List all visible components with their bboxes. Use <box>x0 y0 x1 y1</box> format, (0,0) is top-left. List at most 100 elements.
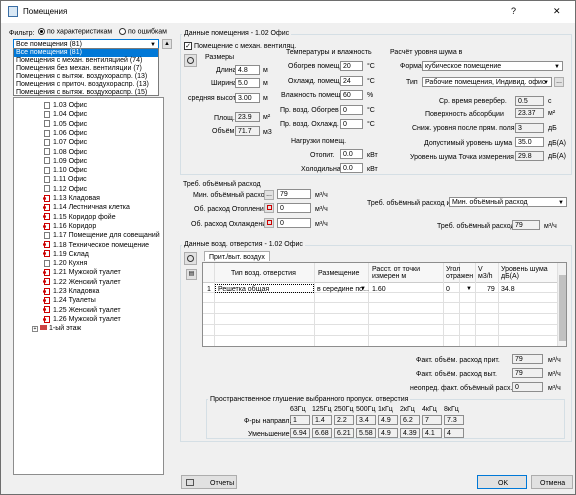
tree-item[interactable]: 1.20 Кухня <box>44 259 87 268</box>
tree-item[interactable]: 1.18 Техническое помещение <box>43 241 149 250</box>
supply-flow-label: Факт. объём. расход прит. <box>416 357 500 364</box>
heat-flow-label: Об. расход Отопление <box>194 206 268 213</box>
expand-plus-icon[interactable]: + <box>32 326 38 333</box>
tree-item[interactable]: 1.21 Мужской туалет <box>43 268 121 277</box>
length-input[interactable]: 4.8 <box>235 65 260 75</box>
flow-from-select[interactable]: Мин. объёмный расход ▼ <box>449 197 567 207</box>
width-input[interactable]: 5.0 <box>235 78 260 88</box>
tree-item[interactable]: 1.04 Офис <box>44 110 87 119</box>
cool-load-input[interactable]: 0.0 <box>340 163 363 173</box>
cool-flow-button[interactable] <box>264 218 274 228</box>
title-bar: Помещения ? ✕ <box>1 1 575 23</box>
tree-item[interactable]: 1.16 Коридор <box>43 222 96 231</box>
reverb-value: 0.5 <box>515 96 544 106</box>
tree-item[interactable]: 1.07 Офис <box>44 138 87 147</box>
heat-temp-input[interactable]: 20 <box>340 61 363 71</box>
height-input[interactable]: 3.00 <box>235 93 260 103</box>
tree-item[interactable]: 1.26 Мужской туалет <box>43 315 121 324</box>
reports-button[interactable]: Отчеты <box>181 475 237 489</box>
tree-item[interactable]: 1.06 Офис <box>44 129 87 138</box>
filter-option[interactable]: Помещения с вытяж. воздухораспр. (13) <box>14 73 158 81</box>
air-heat-input[interactable]: 0 <box>340 105 363 115</box>
heat-temp-label: Обогрев помещ. <box>288 63 342 70</box>
tree-item-label: 1.06 Офис <box>53 129 88 137</box>
column-header[interactable]: Тип возд. отверстия <box>231 270 296 277</box>
tree-item[interactable]: 1.05 Офис <box>44 120 87 129</box>
ok-label: OK <box>498 480 509 487</box>
filter-option[interactable]: Помещения без механ. вентиляции (7) <box>14 65 158 73</box>
reduction-value: 4.39 <box>400 428 420 438</box>
tree-item[interactable]: 1.09 Офис <box>44 157 87 166</box>
column-header[interactable]: Размещение <box>318 270 359 277</box>
column-header[interactable]: Угол отражен <box>446 266 474 282</box>
column-header[interactable]: Расст. от точки измерен м <box>372 266 442 282</box>
room-warning-icon <box>43 250 50 258</box>
temps-heading: Температуры и влажность <box>286 49 372 56</box>
directivity-value: 2.2 <box>334 415 354 425</box>
heat-flow-input[interactable]: 0 <box>277 203 311 213</box>
mech-vent-checkbox[interactable]: ✓ <box>184 42 192 50</box>
row-distance[interactable]: 1.60 <box>372 286 386 293</box>
column-header[interactable]: Уровень шума дБ(А) <box>501 266 556 282</box>
tree-item[interactable]: 1.19 Склад <box>43 250 89 259</box>
allowed-noise-unit: дБ(А) <box>548 140 567 147</box>
help-button[interactable]: ? <box>511 7 516 16</box>
radio-by-characteristics[interactable]: по характеристикам <box>38 28 112 35</box>
tree-item[interactable]: 1.03 Офис <box>44 101 87 110</box>
tree-item[interactable]: 1.12 Офис <box>44 185 87 194</box>
scrollbar-thumb[interactable] <box>559 275 566 341</box>
ok-button[interactable]: OK <box>477 475 527 489</box>
filter-dropdown-list[interactable]: Все помещения (81) Помещения с механ. ве… <box>13 48 159 96</box>
room-search-button[interactable] <box>184 54 197 67</box>
chevron-down-icon[interactable]: ▼ <box>360 286 366 292</box>
tree-item[interactable]: 1.14 Лестничная клетка <box>43 203 130 212</box>
type-select[interactable]: Рабочие помещения, Индивид. офис ▼ <box>422 77 552 87</box>
allowed-noise-input[interactable]: 35.0 <box>515 137 544 147</box>
tree-item[interactable]: 1.23 Кладовка <box>43 287 99 296</box>
row-angle[interactable]: 0 <box>446 286 450 293</box>
rooms-dialog: Помещения ? ✕ Фильтр: по характеристикам… <box>0 0 576 495</box>
filter-option[interactable]: Помещения с механ. вентиляцией (74) <box>14 57 158 65</box>
humidity-input[interactable]: 60 <box>340 90 363 100</box>
heat-flow-button[interactable] <box>264 203 274 213</box>
tree-floor-node[interactable]: +1-ый этаж <box>32 324 81 333</box>
add-opening-button[interactable]: ▤ <box>186 269 197 280</box>
cool-temp-input[interactable]: 24 <box>340 76 363 86</box>
room-warning-icon <box>43 296 50 304</box>
chevron-down-icon: ▼ <box>558 200 564 206</box>
tree-item[interactable]: 1.08 Офис <box>44 148 87 157</box>
cancel-button[interactable]: Отмена <box>531 475 573 489</box>
tab-supply-exhaust[interactable]: Прит./выт. воздух <box>204 251 270 261</box>
tree-item[interactable]: 1.24 Туалеты <box>43 296 96 305</box>
tree-item[interactable]: 1.25 Женский туалет <box>43 306 121 315</box>
type-browse-button[interactable]: ... <box>554 77 564 87</box>
collapse-up-button[interactable]: ▲ <box>162 39 172 49</box>
min-flow-input[interactable]: 79 <box>277 189 311 199</box>
tree-item[interactable]: 1.10 Офис <box>44 166 87 175</box>
heat-load-label: Отопит. <box>310 152 335 159</box>
form-select[interactable]: кубическое помещение ▼ <box>422 61 563 71</box>
min-flow-browse-button[interactable]: ... <box>264 190 274 200</box>
column-header[interactable]: V м3/h <box>478 266 497 282</box>
heat-load-input[interactable]: 0.0 <box>340 149 363 159</box>
tree-item[interactable]: 1.11 Офис <box>44 175 87 184</box>
filter-option[interactable]: Все помещения (81) <box>14 49 158 57</box>
air-cool-input[interactable]: 0 <box>340 119 363 129</box>
openings-table[interactable]: Тип возд. отверстия Размещение Расст. от… <box>202 262 567 347</box>
opening-search-button[interactable] <box>184 252 197 265</box>
tree-item-label: 1.10 Офис <box>53 167 88 175</box>
tree-item[interactable]: 1.15 Коридор фойе <box>43 213 116 222</box>
cool-flow-input[interactable]: 0 <box>277 218 311 228</box>
tree-item[interactable]: 1.22 Женский туалет <box>43 278 121 287</box>
tree-item[interactable]: 1.17 Помещение для совещаний <box>44 231 160 240</box>
length-unit: м <box>263 67 268 74</box>
rooms-tree[interactable]: 1.03 Офис 1.04 Офис 1.05 Офис 1.06 Офис 1.07… <box>13 97 164 475</box>
tree-item[interactable]: 1.13 Кладовая <box>43 194 100 203</box>
vertical-scrollbar[interactable] <box>558 263 566 346</box>
filter-option[interactable]: Помещения с вытяж. воздухораспр. (15) <box>14 89 158 97</box>
radio-by-errors[interactable]: по ошибкам <box>119 28 167 35</box>
chevron-down-icon[interactable]: ▼ <box>466 286 472 292</box>
flow-heading: Треб. объёмный расход <box>183 181 261 188</box>
filter-option[interactable]: Помещения с приточ. воздухораспр. (13) <box>14 81 158 89</box>
close-button[interactable]: ✕ <box>553 7 561 16</box>
